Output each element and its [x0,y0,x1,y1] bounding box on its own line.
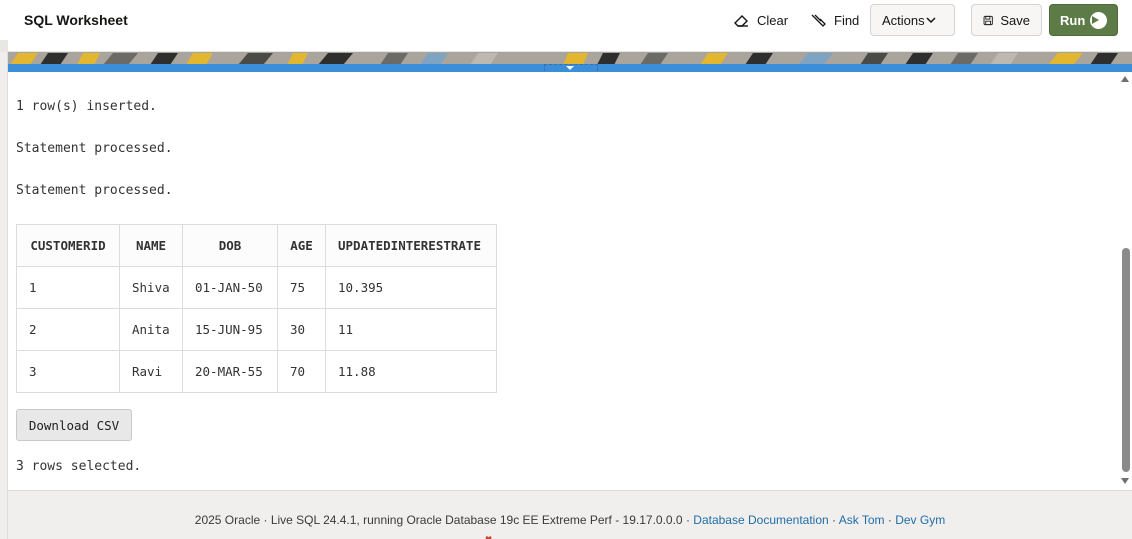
table-row: 2 Anita 15-JUN-95 30 11 [16,308,497,351]
table-cell: 70 [277,350,326,393]
page-title: SQL Worksheet [24,12,128,28]
footer-separator: · [828,513,839,527]
footer-copyright: 2025 Oracle · Live SQL 24.4.1, running O… [194,513,694,527]
actions-label: Actions [882,12,925,28]
results-table: CUSTOMERID NAME DOB AGE UPDATEDINTERESTR… [16,224,497,393]
column-header: AGE [277,224,326,267]
run-button[interactable]: Run [1049,4,1118,36]
result-message: Statement processed. [16,141,173,156]
ask-tom-link[interactable]: Ask Tom [839,513,885,527]
database-documentation-link[interactable]: Database Documentation [693,513,828,527]
result-message: Statement processed. [16,183,173,198]
save-icon [983,15,993,25]
table-cell: 20-MAR-55 [182,350,278,393]
outer-gutter [0,52,8,539]
table-row: 3 Ravi 20-MAR-55 70 11.88 [16,350,497,393]
table-cell: 01-JAN-50 [182,266,278,309]
table-cell: Ravi [119,350,183,393]
download-csv-button[interactable]: Download CSV [16,409,132,441]
table-cell: Anita [119,308,183,351]
result-message: 1 row(s) inserted. [16,99,157,114]
find-label: Find [834,12,860,28]
find-button[interactable]: Find [801,4,868,36]
scroll-down-arrow-icon[interactable] [1121,478,1129,484]
find-icon [811,14,826,27]
eraser-icon [734,14,748,27]
footer-text: 2025 Oracle · Live SQL 24.4.1, running O… [8,513,1132,527]
scrollbar-thumb[interactable] [1122,248,1130,472]
clear-button[interactable]: Clear [724,4,797,36]
column-header: DOB [182,224,278,267]
table-cell: 75 [277,266,326,309]
dev-gym-link[interactable]: Dev Gym [895,513,945,527]
actions-menu-button[interactable]: Actions [870,4,955,36]
table-cell: 3 [16,350,120,393]
table-cell: 1 [16,266,120,309]
left-edge [0,40,8,52]
rows-selected-message: 3 rows selected. [16,459,142,474]
column-header: UPDATEDINTERESTRATE [325,224,497,267]
table-header-row: CUSTOMERID NAME DOB AGE UPDATEDINTERESTR… [16,224,497,267]
table-cell: 11.88 [325,350,497,393]
save-button[interactable]: Save [971,4,1042,36]
table-cell: 15-JUN-95 [182,308,278,351]
play-circle-icon [1090,11,1107,29]
column-header: CUSTOMERID [16,224,120,267]
table-row: 1 Shiva 01-JAN-50 75 10.395 [16,266,497,309]
table-cell: 30 [277,308,326,351]
banner-pattern [8,53,1132,64]
run-label: Run [1060,12,1086,28]
table-cell: 11 [325,308,497,351]
table-cell: Shiva [119,266,183,309]
scroll-up-arrow-icon[interactable] [1121,76,1129,82]
decorative-banner [8,52,1132,64]
save-label: Save [1000,12,1030,28]
page-footer: 2025 Oracle · Live SQL 24.4.1, running O… [8,490,1132,539]
worksheet-header: SQL Worksheet Clear Find Actions Save Ru… [0,0,1132,52]
chevron-down-icon [926,17,936,23]
table-cell: 10.395 [325,266,497,309]
heart-icon: ♥ [485,535,495,539]
clear-label: Clear [757,12,789,28]
table-cell: 2 [16,308,120,351]
footer-separator: · [884,513,896,527]
results-panel: 1 row(s) inserted. Statement processed. … [8,72,1118,490]
column-header: NAME [119,224,183,267]
collapse-arrow-icon[interactable] [566,66,574,70]
